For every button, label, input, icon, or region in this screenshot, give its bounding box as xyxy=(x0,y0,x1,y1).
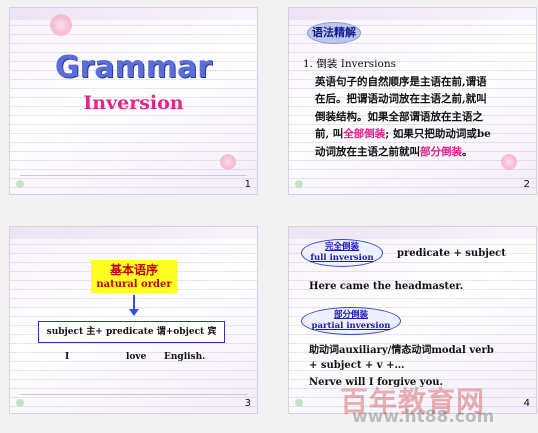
arrow-head-icon xyxy=(129,309,139,316)
partial-inversion-rule: + subject + v +… xyxy=(309,360,405,371)
highlight-partial-inversion: 部分倒装 xyxy=(420,145,462,158)
body-line: 在后。把谓语动词放在主语之前,就叫 xyxy=(315,93,487,105)
full-inversion-formula: predicate + subject xyxy=(397,248,506,259)
oval-title: 完全倒装 xyxy=(324,242,359,252)
slide-subtitle: Inversion xyxy=(83,92,184,114)
slide-number: 3 xyxy=(244,398,251,409)
natural-order-box: 基本语序 natural order xyxy=(91,260,177,293)
corner-decoration-icon xyxy=(295,399,303,407)
slide-title: Grammar xyxy=(54,50,213,85)
slide-header-stripe xyxy=(289,227,536,239)
partial-inversion-rule: 助动词auxiliary/情态动词modal verb xyxy=(309,345,494,356)
oval-title: 部分倒装 xyxy=(333,310,368,320)
watermark-url: www.ht88.com xyxy=(352,407,495,427)
corner-decoration-icon xyxy=(16,399,24,407)
flower-decoration-icon xyxy=(220,154,236,170)
corner-decoration-icon xyxy=(16,180,24,188)
body-line: 前, 叫全部倒装; 如果只把助动词或be xyxy=(315,126,531,144)
partial-inversion-oval: 部分倒装 partial inversion xyxy=(301,307,401,335)
section-badge: 语法精解 xyxy=(307,22,361,44)
full-inversion-oval: 完全倒装 full inversion xyxy=(301,239,383,267)
body-line: 英语句子的自然顺序是主语在前,谓语 xyxy=(315,75,487,88)
flower-decoration-icon xyxy=(501,154,517,170)
divider xyxy=(20,394,247,395)
divider xyxy=(20,175,247,176)
body-line: 动词放在主语之前就叫部分倒装。 xyxy=(315,144,531,162)
example-word: English. xyxy=(164,352,206,362)
body-text: 动词放在主语之前就叫 xyxy=(315,145,420,158)
oval-subtitle: full inversion xyxy=(310,253,374,263)
heading: 1. 倒装 Inversions xyxy=(303,58,396,70)
slide-3[interactable]: 基本语序 natural order subject 主+ predicate … xyxy=(9,226,258,414)
body-text: 。 xyxy=(462,145,473,158)
full-inversion-example: Here came the headmaster. xyxy=(309,281,464,292)
body-text: ; 如果只把助动词或be xyxy=(385,128,491,140)
slide-header-stripe xyxy=(10,227,257,239)
slide-body: 1. 倒装 Inversions 英语句子的自然顺序是主语在前,谓语 在后。把谓… xyxy=(303,56,531,161)
slide-1[interactable]: Grammar Inversion 1 xyxy=(9,7,258,195)
slide-header-stripe xyxy=(10,8,257,20)
slide-number: 2 xyxy=(523,179,530,190)
slide-number: 1 xyxy=(244,179,251,190)
box-title: 基本语序 xyxy=(109,263,158,277)
example-word: love xyxy=(126,352,147,362)
body-text: 前, 叫 xyxy=(315,128,344,140)
box-subtitle: natural order xyxy=(96,279,172,290)
highlight-full-inversion: 全部倒装 xyxy=(343,128,386,140)
flower-decoration-icon xyxy=(50,14,72,36)
slide-number: 4 xyxy=(523,398,530,409)
oval-subtitle: partial inversion xyxy=(311,321,391,331)
body-line: 倒装结构。如果全部谓语放在主语之 xyxy=(315,110,483,123)
slide-2[interactable]: 语法精解 1. 倒装 Inversions 英语句子的自然顺序是主语在前,谓语 … xyxy=(288,7,537,195)
corner-decoration-icon xyxy=(295,180,303,188)
example-word: I xyxy=(65,352,70,362)
word-order-formula: subject 主+ predicate 谓+object 宾 xyxy=(38,321,225,343)
slide-header-stripe xyxy=(289,8,536,20)
